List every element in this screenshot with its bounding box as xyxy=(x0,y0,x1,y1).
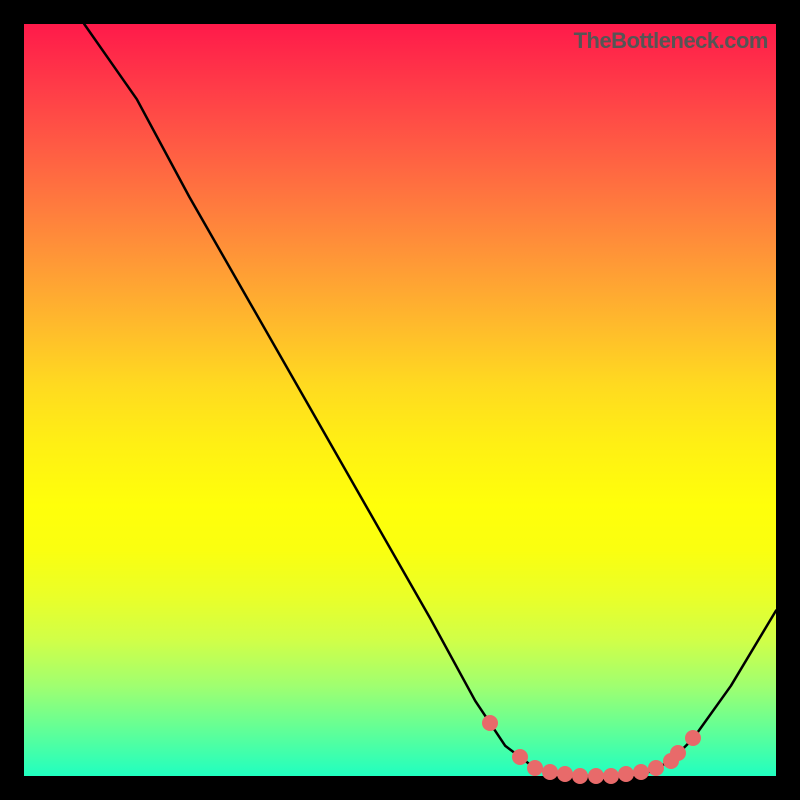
bottleneck-curve xyxy=(84,24,776,776)
curve-marker xyxy=(618,766,634,782)
curve-marker xyxy=(685,730,701,746)
curve-marker xyxy=(482,715,498,731)
curve-marker xyxy=(648,760,664,776)
curve-marker xyxy=(633,764,649,780)
curve-marker xyxy=(527,760,543,776)
bottleneck-chart: TheBottleneck.com xyxy=(24,24,776,776)
curve-marker xyxy=(572,768,588,784)
curve-marker xyxy=(603,768,619,784)
curve-marker xyxy=(512,749,528,765)
curve-marker xyxy=(588,768,604,784)
curve-svg xyxy=(24,24,776,776)
curve-marker xyxy=(670,745,686,761)
curve-marker xyxy=(557,766,573,782)
curve-marker xyxy=(542,764,558,780)
